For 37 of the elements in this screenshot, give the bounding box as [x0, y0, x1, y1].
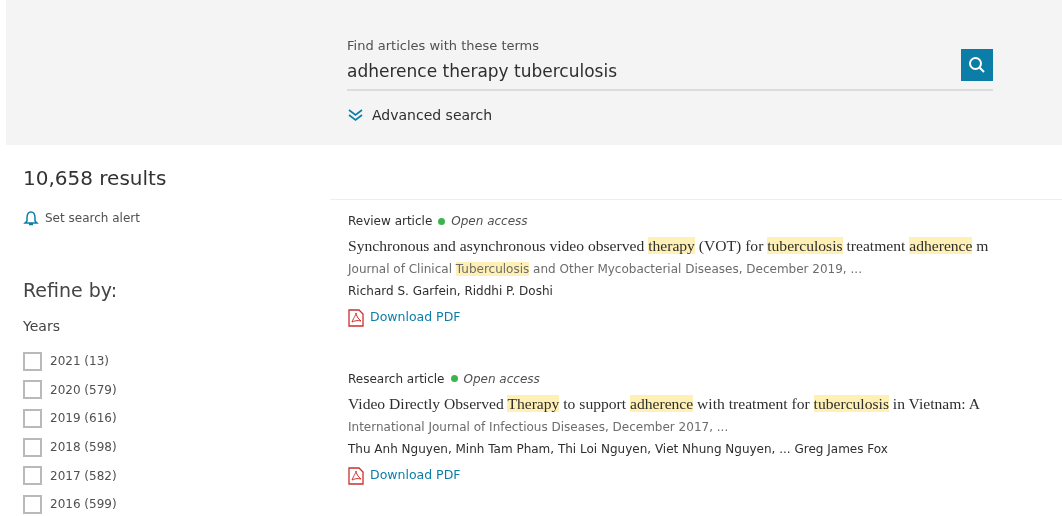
checkbox[interactable] [23, 494, 42, 514]
checkbox[interactable] [23, 380, 42, 400]
field-label: Find articles with these terms [347, 37, 541, 55]
search-alert-link[interactable]: Set search alert [23, 209, 140, 227]
pdf-icon [348, 466, 364, 485]
filter-group-label: Years [23, 317, 61, 336]
access-label: Open access [451, 213, 528, 230]
authors: Richard S. Garfein, Riddhi P. Doshi [348, 283, 554, 301]
search-field[interactable]: adherence therapy tuberculosis [347, 59, 961, 85]
checkbox[interactable] [23, 466, 42, 486]
chevron-icon [347, 108, 364, 122]
results-count: 10,658 results [23, 165, 168, 192]
article-title-link[interactable]: Video Directly Observed Therapy to support adherence with treatment for tuberculosis in Vietnam: A [348, 391, 1062, 416]
article-title-link[interactable]: Synchronous and asynchronous video observed therapy (VOT) for tuberculosis treatment adherence m [348, 234, 1062, 258]
year-option[interactable]: 2018 (598) [50, 438, 117, 457]
authors: Thu Anh Nguyen, Minh Tam Pham, Thi Loi Nguyen, Viet Nhung Nguyen, ... Greg James Fox [348, 441, 889, 459]
year-option[interactable]: 2019 (616) [50, 409, 117, 428]
journal-source: International Journal of Infectious Diseases, December 2017, ... [348, 419, 730, 437]
advanced-search-link[interactable]: Advanced search [347, 104, 493, 126]
article-type: Research article [348, 370, 445, 388]
year-option[interactable]: 2020 (579) [50, 380, 117, 399]
bell-icon [23, 209, 39, 227]
search-button[interactable] [961, 49, 993, 81]
year-option[interactable]: 2016 (599) [50, 495, 117, 514]
year-option[interactable]: 2021 (13) [50, 352, 109, 371]
checkbox[interactable] [23, 437, 42, 457]
refine-heading: Refine by: [23, 277, 119, 303]
pdf-icon [348, 308, 364, 327]
search-icon [968, 56, 986, 74]
download-pdf-link[interactable]: Download PDF [348, 308, 461, 328]
checkbox[interactable] [23, 351, 42, 371]
journal-source: Journal of Clinical Tuberculosis and Other Mycobacterial Diseases, December 2019, ... [348, 261, 863, 279]
year-option[interactable]: 2017 (582) [50, 466, 117, 485]
article-type: Review article [348, 213, 433, 230]
checkbox[interactable] [23, 409, 42, 428]
download-pdf-link[interactable]: Download PDF [348, 466, 461, 485]
access-label: Open access [463, 370, 540, 388]
